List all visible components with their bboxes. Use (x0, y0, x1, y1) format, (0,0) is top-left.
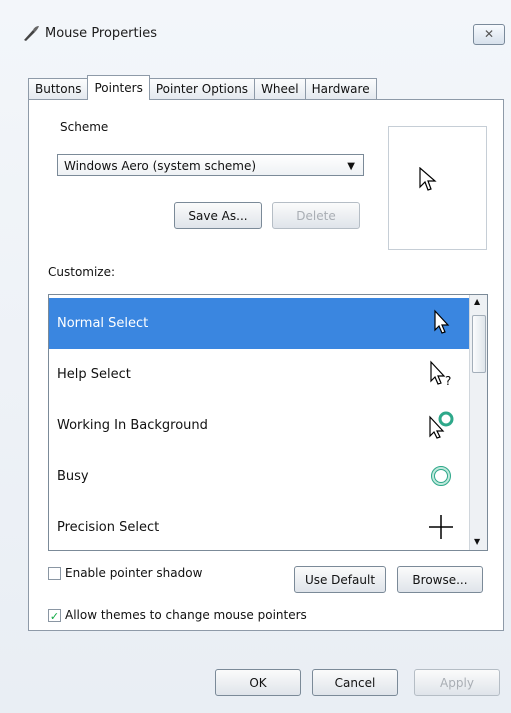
scroll-down-icon[interactable]: ▼ (474, 537, 480, 546)
tab-buttons[interactable]: Buttons (28, 78, 89, 100)
cancel-button[interactable]: Cancel (312, 669, 398, 696)
scroll-up-icon[interactable]: ▲ (474, 297, 480, 306)
checkmark-icon[interactable]: ✓ (48, 608, 61, 623)
list-item[interactable]: Precision Select (49, 502, 469, 550)
pointer-preview (388, 126, 487, 250)
delete-button[interactable]: Delete (272, 202, 360, 229)
pointer-row-label: Normal Select (57, 316, 149, 331)
dropdown-arrow-icon: ▼ (347, 161, 355, 172)
pointer-shadow-checkbox[interactable]: Enable pointer shadow (48, 566, 202, 580)
list-item[interactable]: Busy (49, 451, 469, 502)
mouse-properties-window: Mouse Properties ✕ Buttons Pointers Poin… (0, 0, 511, 713)
tab-strip: Buttons Pointers Pointer Options Wheel H… (28, 75, 377, 100)
busy-ring-icon (431, 466, 451, 486)
arrow-pointer-icon (434, 309, 450, 334)
pointer-row-label: Busy (57, 469, 89, 484)
ok-button[interactable]: OK (215, 669, 301, 696)
arrow-pointer-icon (419, 167, 437, 191)
tab-hardware[interactable]: Hardware (304, 78, 377, 100)
pointer-row-label: Precision Select (57, 520, 160, 535)
pointer-row-label: Help Select (57, 367, 131, 382)
list-item[interactable]: Working In Background (49, 400, 469, 451)
close-icon: ✕ (483, 27, 495, 41)
title-bar: Mouse Properties ✕ (0, 0, 511, 46)
help-pointer-icon: ? (430, 360, 451, 388)
apply-button[interactable]: Apply (414, 669, 500, 696)
scroll-thumb[interactable] (472, 315, 486, 373)
scheme-selected-value: Windows Aero (system scheme) (64, 159, 257, 173)
list-item[interactable]: Normal Select (49, 298, 469, 349)
working-pointer-icon (429, 411, 454, 439)
list-scrollbar[interactable]: ▲ ▼ (469, 295, 487, 550)
scheme-select[interactable]: Windows Aero (system scheme) ▼ (57, 154, 364, 176)
mouse-icon (24, 26, 39, 41)
customize-label: Customize: (48, 265, 116, 279)
window-title: Mouse Properties (45, 26, 158, 41)
use-default-button[interactable]: Use Default (294, 566, 386, 593)
pointer-row-label: Working In Background (57, 418, 208, 433)
pointer-list: Normal Select Help Select ? Working In B… (48, 294, 488, 551)
tab-pointer-options[interactable]: Pointer Options (148, 78, 256, 100)
allow-themes-checkbox[interactable]: ✓ Allow themes to change mouse pointers (48, 608, 307, 623)
close-button[interactable]: ✕ (473, 24, 505, 45)
save-as-button[interactable]: Save As... (174, 202, 262, 229)
crosshair-icon (429, 515, 453, 539)
tab-pointers[interactable]: Pointers (87, 75, 150, 100)
allow-themes-label: Allow themes to change mouse pointers (65, 608, 307, 622)
tab-wheel[interactable]: Wheel (254, 78, 306, 100)
checkbox-unchecked-icon[interactable] (48, 566, 61, 580)
scheme-label: Scheme (60, 120, 109, 134)
list-item[interactable]: Help Select ? (49, 349, 469, 400)
browse-button[interactable]: Browse... (397, 566, 483, 593)
pointer-shadow-label: Enable pointer shadow (65, 566, 203, 580)
svg-text:?: ? (445, 374, 451, 388)
